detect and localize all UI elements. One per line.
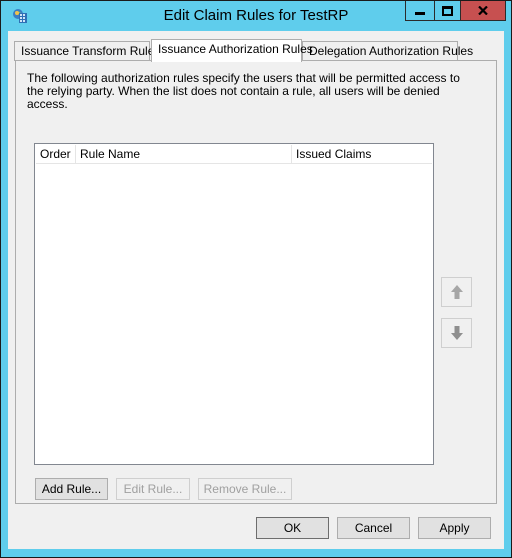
title-bar[interactable]: Edit Claim Rules for TestRP — [1, 1, 511, 31]
close-button[interactable] — [460, 1, 506, 21]
close-icon — [478, 6, 488, 15]
arrow-down-icon — [450, 326, 463, 340]
edit-claim-rules-dialog: Edit Claim Rules for TestRP Issuance Tra… — [0, 0, 512, 558]
arrow-up-icon — [450, 285, 463, 299]
tab-issuance-authorization-rules[interactable]: Issuance Authorization Rules — [151, 39, 313, 62]
minimize-icon — [415, 12, 425, 15]
authorization-rules-panel: The following authorization rules specif… — [15, 60, 497, 504]
add-rule-button[interactable]: Add Rule... — [35, 478, 108, 500]
tab-delegation-authorization-rules[interactable]: Delegation Authorization Rules — [302, 41, 473, 61]
dialog-client-area: Issuance Transform Rules Issuance Author… — [8, 31, 504, 549]
list-header: Order Rule Name Issued Claims — [36, 145, 432, 164]
edit-rule-button[interactable]: Edit Rule... — [116, 478, 190, 500]
rules-list[interactable]: Order Rule Name Issued Claims — [34, 143, 434, 465]
column-header-rule-name[interactable]: Rule Name — [76, 145, 292, 163]
maximize-icon — [442, 5, 453, 16]
maximize-button[interactable] — [434, 1, 460, 21]
remove-rule-button[interactable]: Remove Rule... — [198, 478, 292, 500]
minimize-button[interactable] — [405, 1, 434, 21]
description-text: The following authorization rules specif… — [27, 71, 460, 111]
ok-button[interactable]: OK — [256, 517, 329, 539]
cancel-button[interactable]: Cancel — [337, 517, 410, 539]
column-header-order[interactable]: Order — [36, 145, 76, 163]
apply-button[interactable]: Apply — [418, 517, 491, 539]
column-header-issued-claims[interactable]: Issued Claims — [292, 145, 432, 163]
move-down-button[interactable] — [441, 318, 472, 348]
tab-issuance-transform-rules[interactable]: Issuance Transform Rules — [14, 41, 160, 61]
move-up-button[interactable] — [441, 277, 472, 307]
